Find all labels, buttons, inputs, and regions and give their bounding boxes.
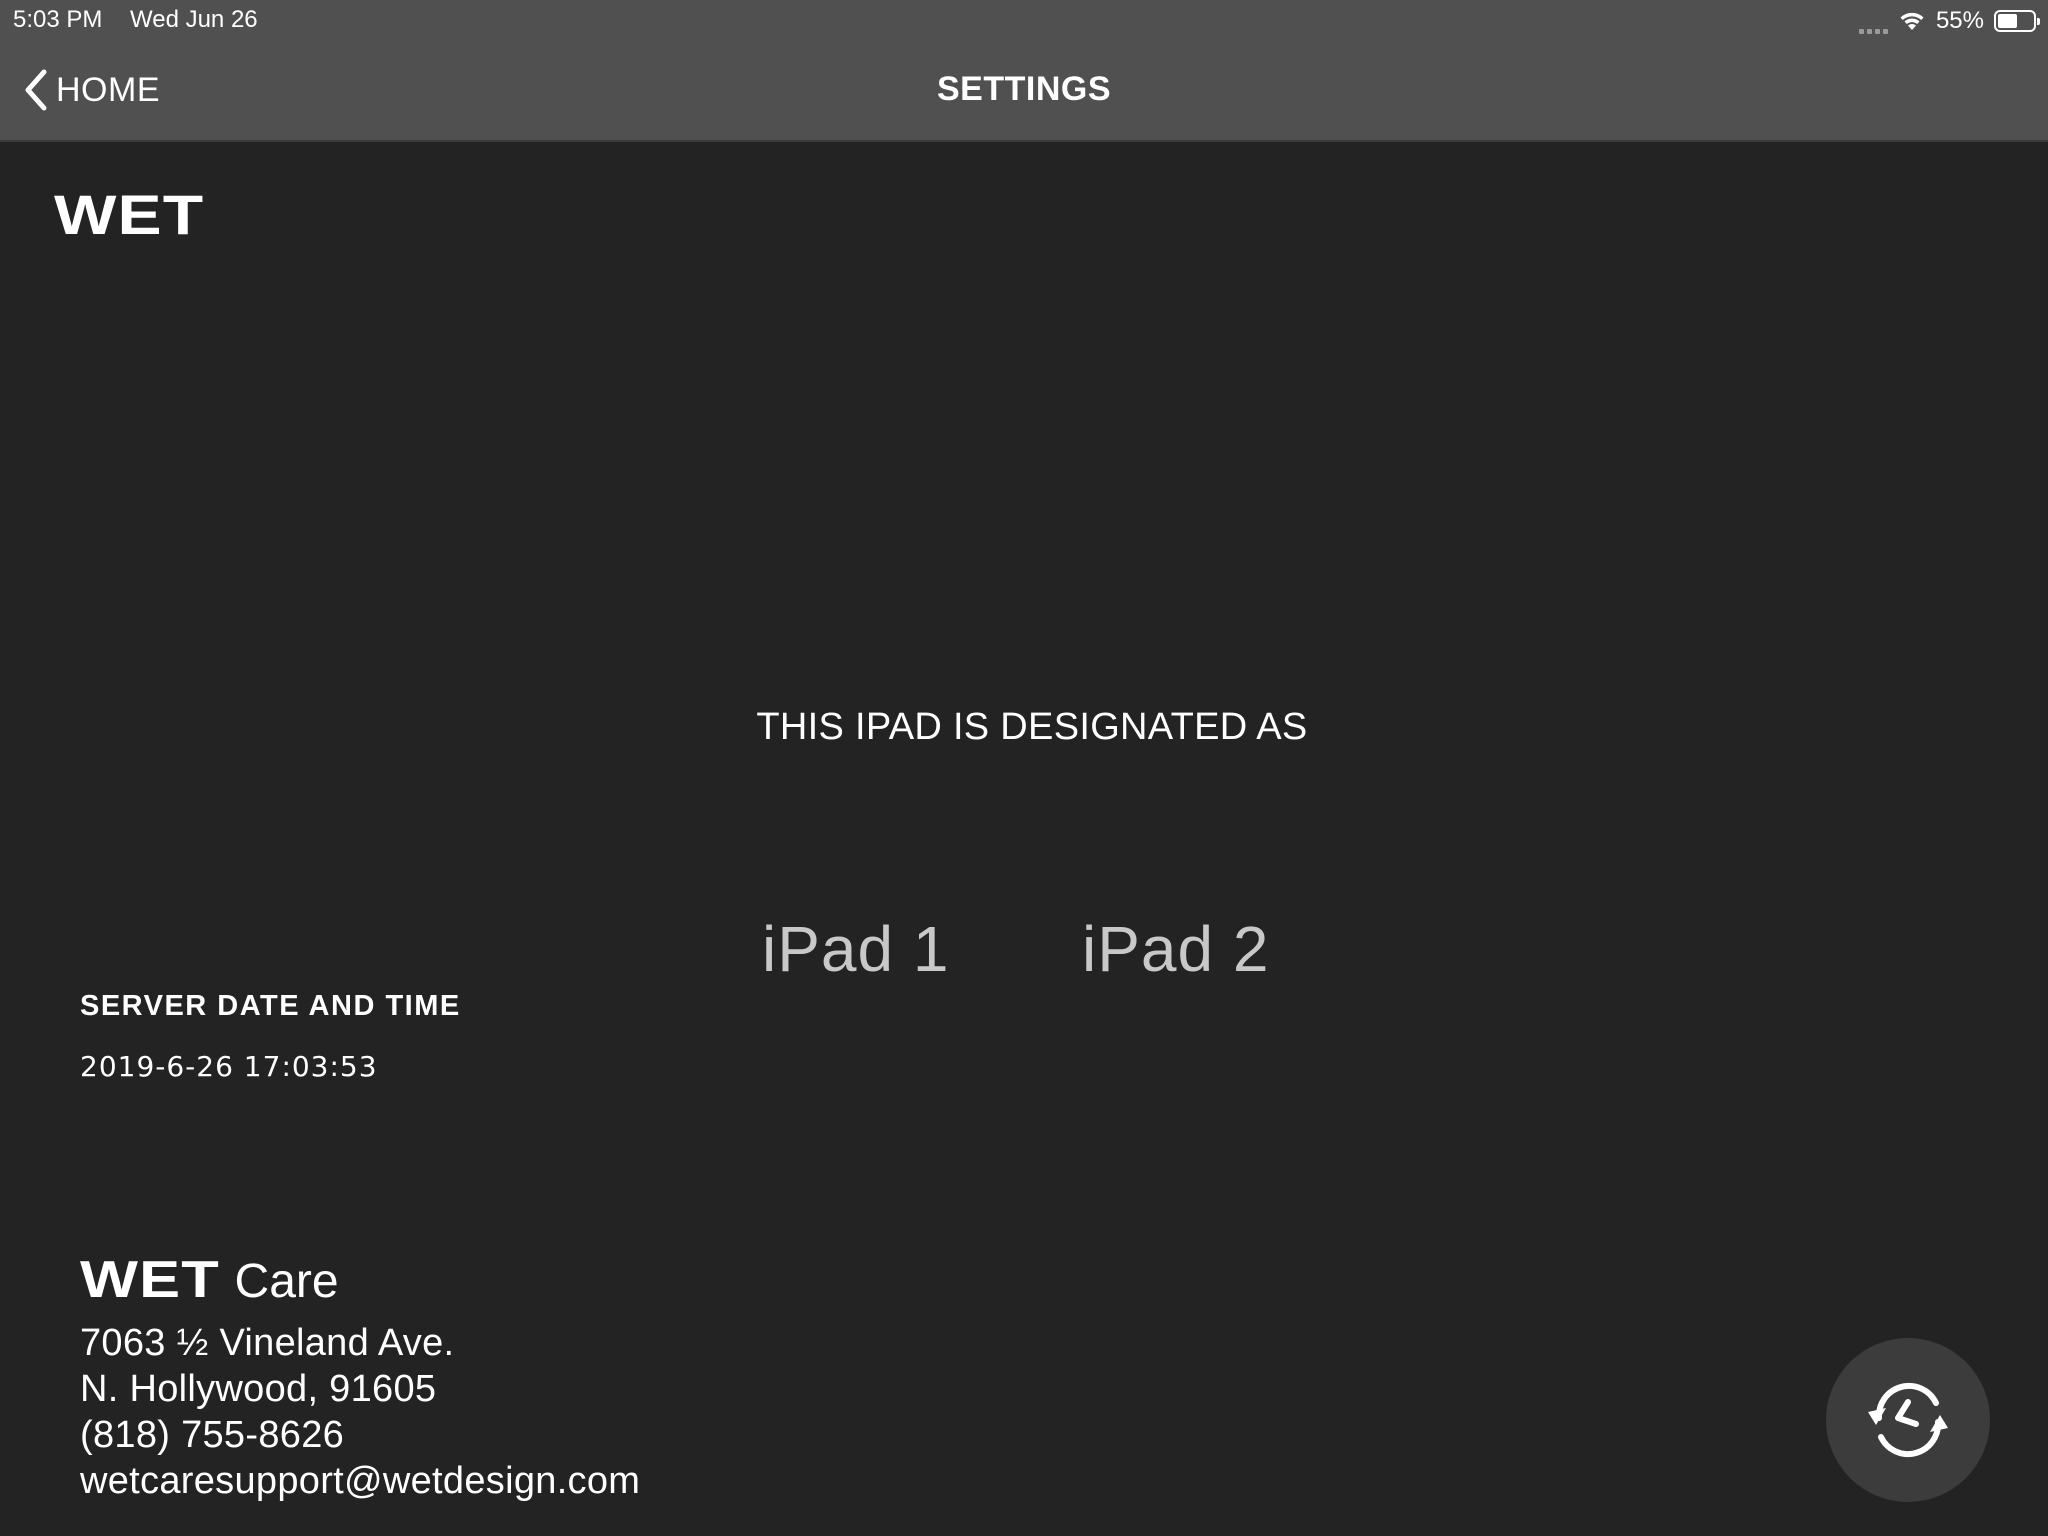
status-time: 5:03 PM xyxy=(13,6,103,33)
page-title: SETTINGS xyxy=(936,70,1112,108)
address-line-2: N. Hollywood, 91605 xyxy=(80,1368,437,1410)
wet-care-logo: WET xyxy=(80,1251,220,1309)
wet-care-title: WET Care xyxy=(80,1250,640,1312)
ipad-1-option[interactable]: iPad 1 xyxy=(762,912,949,986)
battery-fill xyxy=(1998,14,2017,28)
wet-care-word: Care xyxy=(234,1255,339,1308)
wet-care-contact: WET Care 7063 ½ Vineland Ave. N. Hollywo… xyxy=(80,1250,640,1504)
top-bar: 5:03 PM Wed Jun 26 55% HOME SETTINGS xyxy=(0,0,2048,142)
battery-icon xyxy=(1994,10,2040,32)
phone-number: (818) 755-8626 xyxy=(80,1414,345,1456)
settings-screen: 5:03 PM Wed Jun 26 55% HOME SETTINGS WET… xyxy=(0,0,2048,1536)
refresh-clock-icon xyxy=(1868,1382,1948,1458)
server-datetime-label: SERVER DATE AND TIME xyxy=(80,990,461,1022)
server-datetime-value: 2019-6-26 17:03:53 xyxy=(80,1050,378,1083)
wifi-icon xyxy=(1900,12,1924,30)
cellular-signal-icon xyxy=(1858,8,1888,34)
support-email: wetcaresupport@wetdesign.com xyxy=(80,1460,641,1502)
address-line-1: 7063 ½ Vineland Ave. xyxy=(80,1322,455,1364)
status-date: Wed Jun 26 xyxy=(130,6,258,33)
refresh-button[interactable] xyxy=(1826,1338,1990,1502)
status-indicators: 55% xyxy=(1858,4,2040,38)
wet-logo: WET xyxy=(54,183,205,246)
battery-percent: 55% xyxy=(1935,7,1984,34)
ipad-2-option[interactable]: iPad 2 xyxy=(1082,912,1269,986)
designation-heading: THIS IPAD IS DESIGNATED AS xyxy=(756,706,1308,748)
